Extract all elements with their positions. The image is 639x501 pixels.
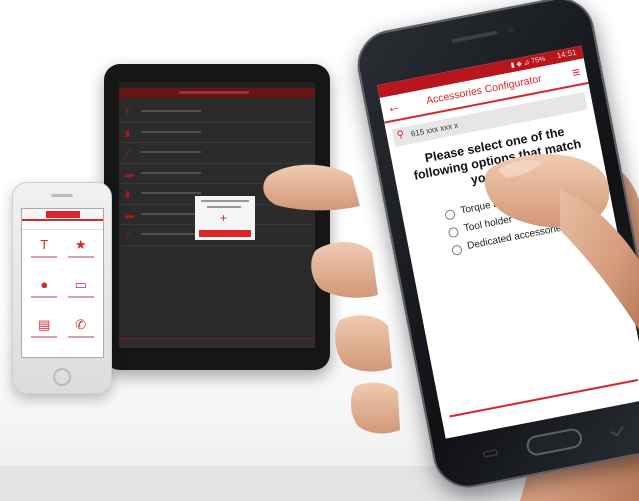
tablet-dialog-ok-button [199,230,251,237]
radio-button[interactable] [451,244,463,256]
tablet-footer [119,338,315,348]
android-phone-device: ▮ ◆ ⊿ 75% 14:51 ← Accessories Configurat… [351,0,639,494]
phone-icon: ✆ [75,317,87,332]
tablet-device: T ▮ ╱ ▬ ▮ ▬ ╱ + [104,64,330,370]
finger [335,315,392,372]
iphone-screen: T ★ ● ▭ ▤ ✆ [21,208,104,358]
iphone-grid-item: ▭ [63,274,100,308]
camera-icon [506,25,515,34]
tool-icon: T [40,237,49,252]
iphone-grid-item: ● [26,274,63,308]
home-button [524,426,584,458]
tablet-screen: T ▮ ╱ ▬ ▮ ▬ ╱ + [119,82,315,348]
search-value: 615 xxx xxx x [410,120,459,139]
iphone-grid-item: ★ [63,234,100,268]
document-icon: ▭ [74,277,87,292]
divider [449,378,639,418]
radio-button[interactable] [447,226,460,239]
product-photo: T ▮ ╱ ▬ ▮ ▬ ╱ + T ★ ● ▭ ▤ ✆ ▮ ◆ ⊿ 75% 14… [0,0,639,501]
home-button [53,368,71,386]
option-list: Torque arm Tool holder Dedicated accesso… [444,176,617,261]
logo [46,211,80,218]
speaker [451,30,498,44]
iphone-header [22,209,103,221]
status-time: 14:51 [555,47,578,61]
list-icon: ▤ [38,317,51,332]
recent-apps-key [482,449,498,458]
speaker [51,194,73,197]
iphone-grid-item: ✆ [63,314,100,348]
iphone-grid: T ★ ● ▭ ▤ ✆ [22,230,103,348]
phone-screen: ▮ ◆ ⊿ 75% 14:51 ← Accessories Configurat… [377,45,639,439]
plus-icon: + [220,211,228,225]
tablet-dialog: + [195,196,255,240]
iphone-device: T ★ ● ▭ ▤ ✆ [12,182,112,394]
search-icon: ⚲ [396,129,406,142]
radio-button[interactable] [444,208,456,221]
finger [350,382,400,434]
iphone-menu-bar [22,221,103,230]
chat-icon: ● [40,277,49,292]
back-key [610,422,624,438]
iphone-grid-item: ▤ [26,314,63,348]
iphone-grid-item: T [26,234,63,268]
star-icon: ★ [74,237,87,252]
